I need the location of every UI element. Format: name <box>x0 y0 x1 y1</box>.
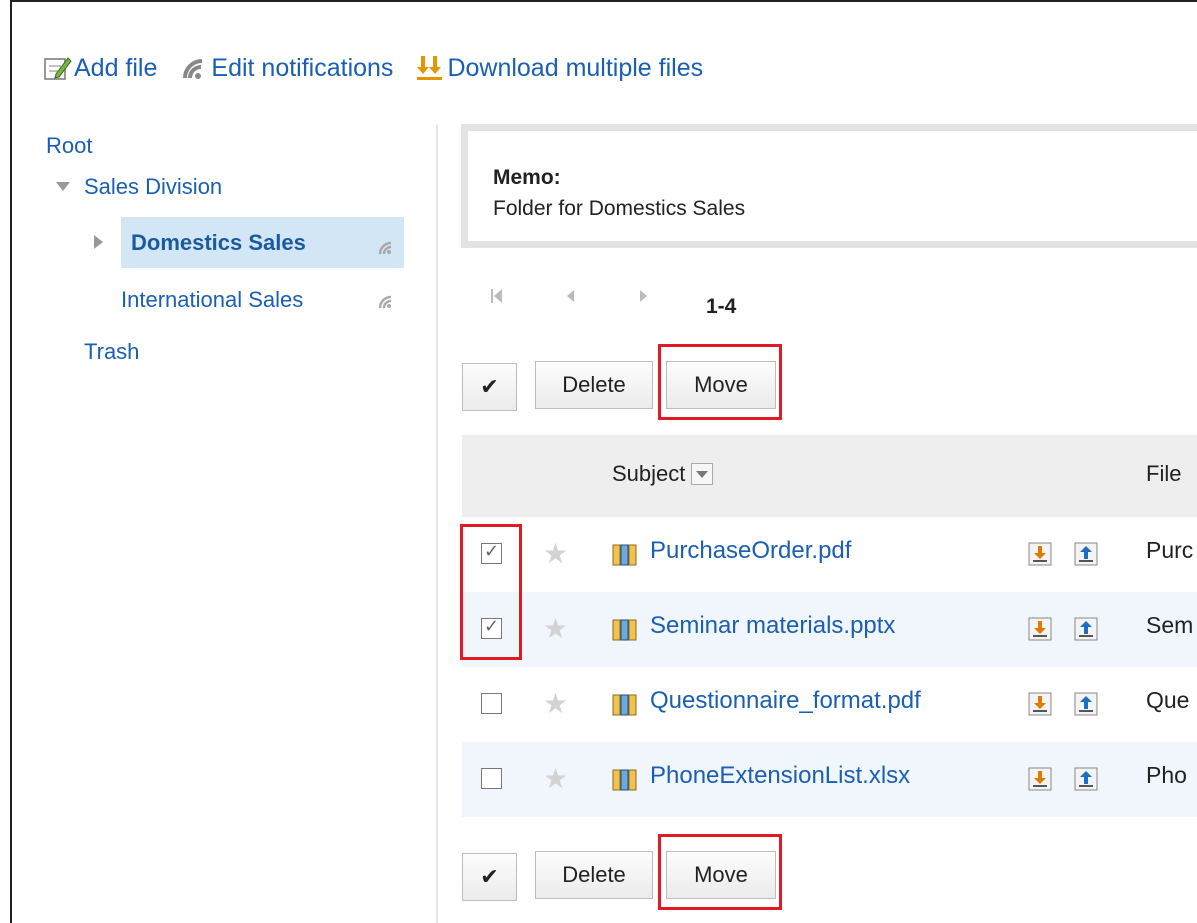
add-file-label: Add file <box>74 53 158 82</box>
cabinet-icon <box>612 544 637 566</box>
expand-right-icon[interactable] <box>94 235 103 249</box>
tree-item-international-sales[interactable]: International Sales <box>121 287 303 313</box>
download-icon[interactable] <box>1028 767 1052 791</box>
file-link[interactable]: PurchaseOrder.pdf <box>650 537 851 565</box>
tree-item-trash[interactable]: Trash <box>84 339 139 365</box>
delete-button[interactable]: Delete <box>535 851 653 899</box>
star-icon[interactable]: ★ <box>543 537 568 570</box>
expand-down-icon[interactable] <box>56 182 70 191</box>
file-link[interactable]: PhoneExtensionList.xlsx <box>650 762 910 790</box>
download-multiple-icon <box>417 56 443 80</box>
star-icon[interactable]: ★ <box>543 612 568 645</box>
download-icon[interactable] <box>1028 692 1052 716</box>
download-multiple-link[interactable]: Download multiple files <box>415 53 703 83</box>
table-row: ★ Seminar materials.pptx Sem <box>462 592 1197 667</box>
edit-notifications-label: Edit notifications <box>211 53 394 82</box>
upload-icon[interactable] <box>1074 617 1098 641</box>
tree-item-domestics-sales[interactable]: Domestics Sales <box>131 230 306 256</box>
table-row: ★ PurchaseOrder.pdf Purc <box>462 517 1197 592</box>
tree-item-sales-division[interactable]: Sales Division <box>84 174 222 200</box>
memo-text: Folder for Domestics Sales <box>493 197 746 220</box>
pane-divider[interactable] <box>436 125 438 923</box>
cabinet-icon <box>612 769 637 791</box>
sort-dropdown-icon[interactable] <box>691 463 714 485</box>
subject-header-label: Subject <box>612 461 686 486</box>
file-column-value: Pho <box>1146 762 1187 788</box>
add-file-icon <box>44 57 72 80</box>
prev-page-icon[interactable] <box>562 286 580 306</box>
file-link[interactable]: Seminar materials.pptx <box>650 612 895 640</box>
file-column-value: Que <box>1146 687 1190 713</box>
toolbar: Add file Edit notifications Download mul… <box>42 50 725 86</box>
add-file-link[interactable]: Add file <box>42 53 157 83</box>
download-icon[interactable] <box>1028 542 1052 566</box>
highlight-move-bottom <box>658 834 782 910</box>
table-row: ★ Questionnaire_format.pdf Que <box>462 667 1197 742</box>
rss-icon <box>378 295 392 309</box>
rss-icon <box>183 59 203 79</box>
table-row: ★ PhoneExtensionList.xlsx Pho <box>462 742 1197 817</box>
check-all-button[interactable]: ✔ <box>462 363 517 411</box>
table-header: Subject File <box>462 435 1197 517</box>
first-page-icon[interactable] <box>488 286 506 306</box>
memo-box: Memo: Folder for Domestics Sales <box>461 124 1197 248</box>
highlight-move-top <box>658 344 782 420</box>
delete-button[interactable]: Delete <box>535 361 653 409</box>
check-mark-icon: ✔ <box>480 864 499 889</box>
check-mark-icon: ✔ <box>480 374 499 399</box>
tree-item-root[interactable]: Root <box>46 133 92 159</box>
memo-title: Memo: <box>493 166 561 189</box>
upload-icon[interactable] <box>1074 542 1098 566</box>
highlight-checked-rows <box>460 524 522 660</box>
next-page-icon[interactable] <box>634 286 652 306</box>
star-icon[interactable]: ★ <box>543 762 568 795</box>
row-checkbox[interactable] <box>481 693 502 714</box>
check-all-button[interactable]: ✔ <box>462 853 517 901</box>
page-range: 1-4 <box>706 295 737 318</box>
download-icon[interactable] <box>1028 617 1052 641</box>
file-column-header: File <box>1146 461 1182 486</box>
star-icon[interactable]: ★ <box>543 687 568 720</box>
upload-icon[interactable] <box>1074 767 1098 791</box>
cabinet-icon <box>612 619 637 641</box>
file-column-value: Sem <box>1146 612 1194 638</box>
rss-icon <box>378 241 392 255</box>
edit-notifications-link[interactable]: Edit notifications <box>179 53 393 83</box>
upload-icon[interactable] <box>1074 692 1098 716</box>
download-multiple-label: Download multiple files <box>447 53 704 82</box>
row-checkbox[interactable] <box>481 768 502 789</box>
subject-column-header[interactable]: Subject <box>612 461 714 487</box>
file-link[interactable]: Questionnaire_format.pdf <box>650 687 921 715</box>
file-column-value: Purc <box>1146 537 1194 563</box>
cabinet-icon <box>612 694 637 716</box>
